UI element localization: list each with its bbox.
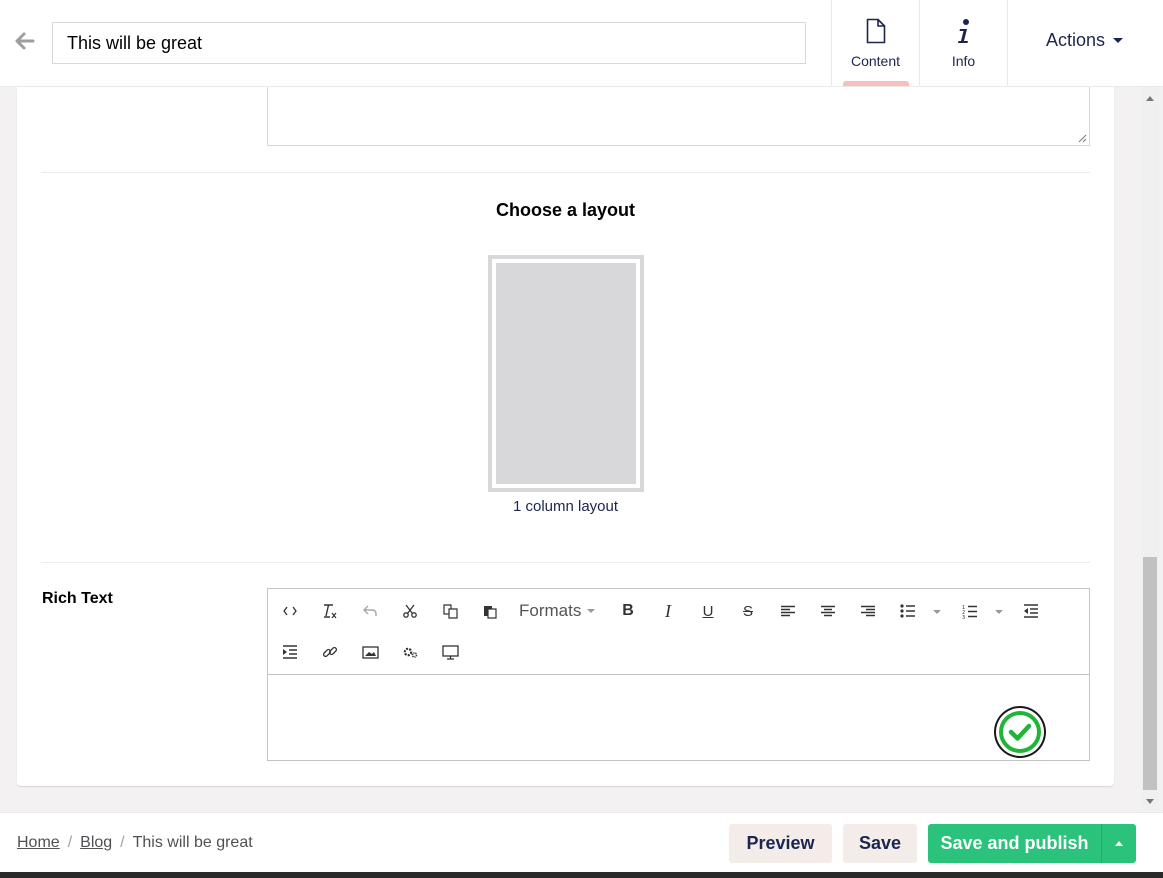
undo-icon[interactable] bbox=[356, 597, 384, 625]
actions-area: Actions bbox=[1007, 0, 1163, 86]
save-and-publish-button[interactable]: Save and publish bbox=[928, 824, 1101, 863]
remove-format-icon[interactable] bbox=[316, 597, 344, 625]
align-right-icon[interactable] bbox=[854, 597, 882, 625]
preview-button[interactable]: Preview bbox=[729, 824, 832, 863]
tab-info[interactable]: Info bbox=[919, 0, 1007, 86]
underline-icon[interactable]: U bbox=[694, 597, 722, 625]
actions-button[interactable]: Actions bbox=[1046, 30, 1124, 51]
numbered-list-options-icon[interactable] bbox=[995, 610, 1003, 614]
breadcrumb-current: This will be great bbox=[132, 834, 253, 851]
italic-icon[interactable]: I bbox=[654, 597, 682, 625]
link-icon[interactable] bbox=[316, 638, 344, 666]
outdent-icon[interactable] bbox=[1017, 597, 1045, 625]
section-divider bbox=[41, 172, 1090, 173]
strikethrough-icon[interactable]: S bbox=[734, 597, 762, 625]
info-icon bbox=[957, 18, 971, 48]
tab-content-label: Content bbox=[850, 53, 901, 69]
vertical-scrollbar[interactable] bbox=[1141, 87, 1159, 810]
scroll-thumb[interactable] bbox=[1143, 557, 1157, 790]
textarea-field[interactable] bbox=[267, 87, 1090, 146]
tab-content[interactable]: Content bbox=[831, 0, 919, 86]
macro-settings-icon[interactable] bbox=[396, 638, 424, 666]
window-bottom-edge bbox=[0, 872, 1163, 878]
indent-icon[interactable] bbox=[276, 638, 304, 666]
align-center-icon[interactable] bbox=[814, 597, 842, 625]
numbered-list-icon[interactable]: 123 bbox=[956, 597, 984, 625]
scroll-down-icon[interactable] bbox=[1146, 799, 1154, 804]
active-tab-indicator bbox=[843, 81, 909, 86]
breadcrumb-separator: / bbox=[120, 834, 125, 851]
layout-preview bbox=[496, 263, 636, 484]
chevron-up-icon bbox=[1115, 841, 1123, 846]
formats-dropdown[interactable]: Formats bbox=[519, 597, 596, 625]
align-left-icon[interactable] bbox=[774, 597, 802, 625]
content-panel: Choose a layout 1 column layout Rich Tex… bbox=[17, 87, 1114, 786]
bold-icon[interactable]: B bbox=[614, 597, 642, 625]
actions-label: Actions bbox=[1046, 30, 1106, 50]
editor-header: Content Info Actions bbox=[0, 0, 1163, 87]
svg-text:3: 3 bbox=[962, 615, 965, 619]
formats-label: Formats bbox=[519, 601, 582, 620]
breadcrumb-home[interactable]: Home bbox=[17, 834, 60, 852]
breadcrumb: Home / Blog / This will be great bbox=[17, 834, 253, 852]
layout-option-1-column[interactable] bbox=[488, 255, 644, 492]
rte-content-area[interactable] bbox=[268, 676, 1089, 760]
rich-text-editor: Formats B I U S 123 bbox=[267, 588, 1090, 761]
publish-options-button[interactable] bbox=[1101, 824, 1136, 863]
cut-icon[interactable] bbox=[396, 597, 424, 625]
breadcrumb-separator: / bbox=[67, 834, 73, 851]
layout-option-label: 1 column layout bbox=[512, 498, 619, 515]
section-divider bbox=[41, 562, 1090, 563]
chevron-down-icon bbox=[1113, 38, 1124, 43]
back-arrow-icon[interactable] bbox=[14, 31, 36, 51]
image-icon[interactable] bbox=[356, 638, 384, 666]
layout-heading: Choose a layout bbox=[495, 200, 636, 220]
paste-icon[interactable] bbox=[476, 597, 504, 625]
document-icon bbox=[866, 18, 886, 48]
breadcrumb-blog[interactable]: Blog bbox=[80, 834, 112, 852]
chevron-down-icon bbox=[587, 609, 596, 613]
node-name-input[interactable] bbox=[52, 22, 806, 64]
check-circle-icon bbox=[994, 706, 1046, 758]
resize-handle-icon[interactable] bbox=[1077, 133, 1087, 143]
bullet-list-options-icon[interactable] bbox=[933, 610, 941, 614]
copy-icon[interactable] bbox=[436, 597, 464, 625]
tab-info-label: Info bbox=[951, 53, 976, 69]
rte-toolbar: Formats B I U S 123 bbox=[268, 589, 1089, 675]
embed-media-icon[interactable] bbox=[436, 638, 464, 666]
source-code-icon[interactable] bbox=[276, 597, 304, 625]
editor-footer: Home / Blog / This will be great Preview… bbox=[0, 812, 1163, 872]
rich-text-label: Rich Text bbox=[42, 590, 113, 607]
bullet-list-icon[interactable] bbox=[894, 597, 922, 625]
scroll-up-icon[interactable] bbox=[1146, 96, 1154, 101]
save-button[interactable]: Save bbox=[843, 824, 917, 863]
